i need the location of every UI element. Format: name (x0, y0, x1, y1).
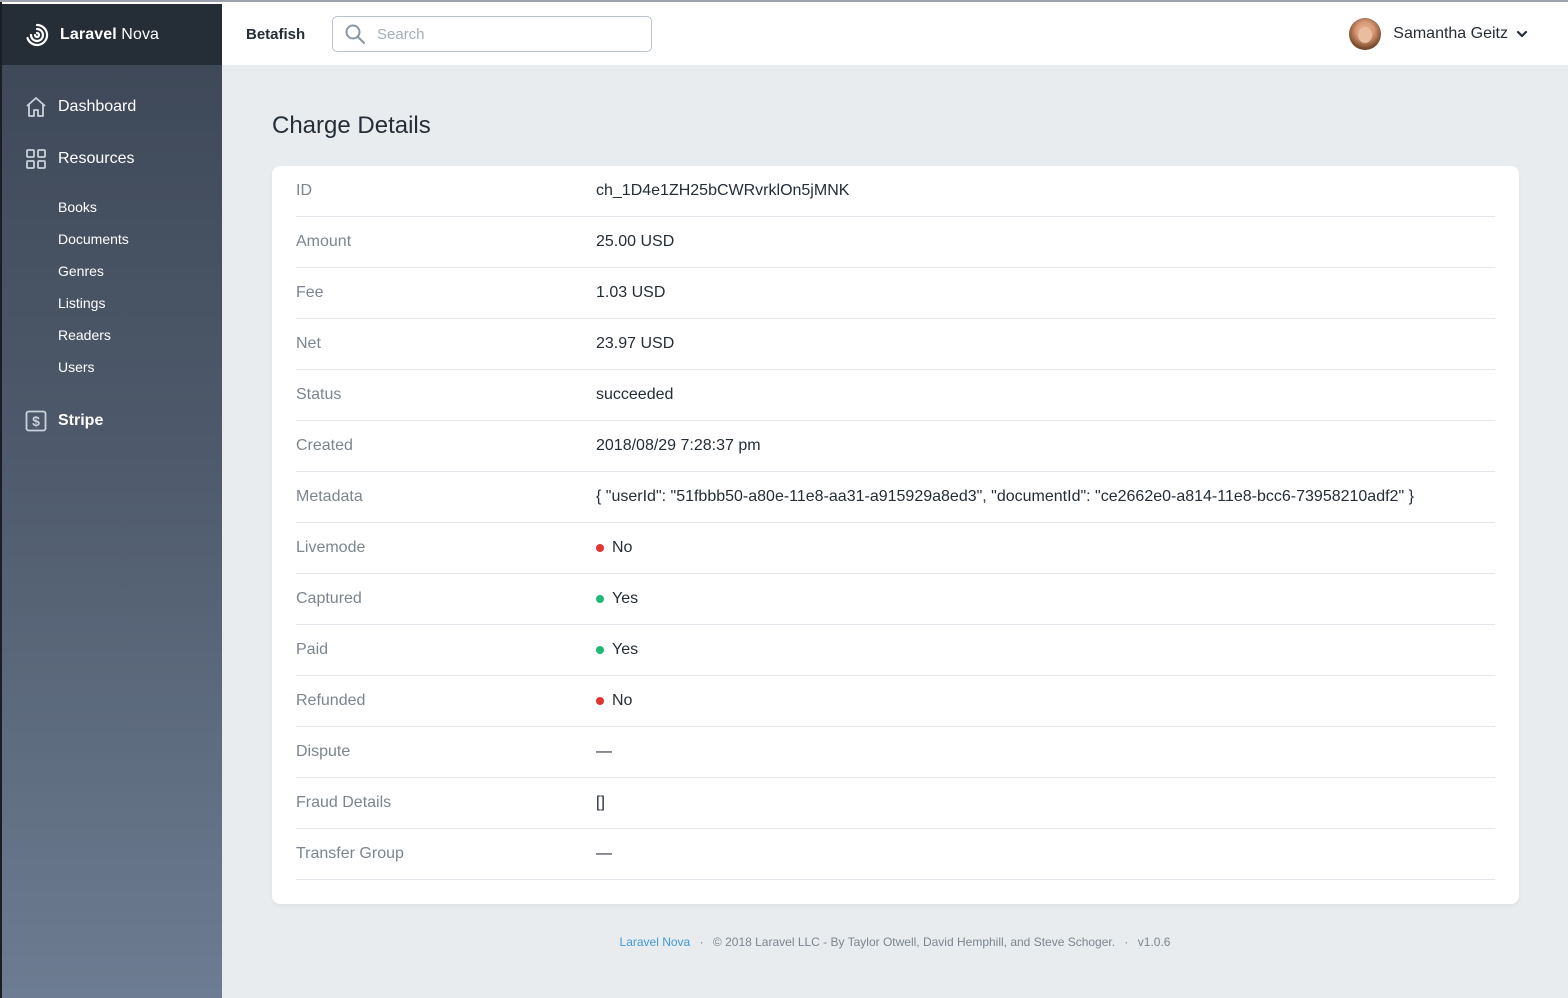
detail-value: 23.97 USD (596, 335, 675, 352)
status-dot (596, 595, 604, 603)
svg-text:$: $ (32, 413, 40, 429)
detail-row-created: Created 2018/08/29 7:28:37 pm (296, 421, 1495, 472)
detail-value: No (596, 539, 632, 557)
detail-row-captured: Captured Yes (296, 574, 1495, 625)
detail-row-transfer-group: Transfer Group — (296, 829, 1495, 880)
detail-value: — (596, 743, 612, 760)
chevron-down-icon (1516, 28, 1528, 40)
boolean-text: Yes (612, 590, 639, 607)
detail-row-fee: Fee 1.03 USD (296, 268, 1495, 319)
boolean-text: No (612, 692, 633, 709)
detail-value: 2018/08/29 7:28:37 pm (596, 437, 761, 454)
search-input[interactable] (375, 24, 635, 44)
footer-link-nova[interactable]: Laravel Nova (620, 935, 691, 949)
sidebar-item-listings[interactable]: Listings (2, 287, 222, 319)
detail-value: { "userId": "51fbbb50-a80e-11e8-aa31-a91… (596, 488, 1414, 505)
detail-row-paid: Paid Yes (296, 625, 1495, 676)
sidebar-item-stripe[interactable]: $ Stripe (2, 395, 222, 447)
detail-row-id: ID ch_1D4e1ZH25bCWRvrklOn5jMNK (296, 166, 1495, 217)
detail-label: Dispute (296, 743, 351, 760)
detail-row-metadata: Metadata { "userId": "51fbbb50-a80e-11e8… (296, 472, 1495, 523)
sidebar-item-dashboard[interactable]: Dashboard (2, 81, 222, 133)
detail-label: Fraud Details (296, 794, 392, 811)
page-title: Charge Details (272, 112, 431, 139)
detail-value: [] (596, 794, 605, 811)
detail-row-status: Status succeeded (296, 370, 1495, 421)
search-icon (345, 24, 365, 44)
detail-value: — (596, 845, 612, 862)
main-content: Charge Details ID ch_1D4e1ZH25bCWRvrklOn… (222, 65, 1568, 998)
detail-value: ch_1D4e1ZH25bCWRvrklOn5jMNK (596, 182, 850, 199)
detail-value: Yes (596, 641, 638, 659)
detail-label: Refunded (296, 692, 366, 709)
detail-label: Amount (296, 233, 352, 250)
detail-label: Transfer Group (296, 845, 404, 862)
detail-row-fraud-details: Fraud Details [] (296, 778, 1495, 829)
grid-icon (24, 147, 48, 171)
footer-version: v1.0.6 (1137, 935, 1171, 949)
boolean-text: Yes (612, 641, 639, 658)
sidebar-item-resources[interactable]: Resources (2, 133, 222, 185)
app-name[interactable]: Betafish (246, 26, 305, 43)
footer-separator: · (1124, 935, 1129, 949)
status-dot (596, 697, 604, 705)
detail-label: Created (296, 437, 353, 454)
detail-label: Metadata (296, 488, 363, 505)
detail-row-refunded: Refunded No (296, 676, 1495, 727)
sidebar-item-genres[interactable]: Genres (2, 255, 222, 287)
detail-row-livemode: Livemode No (296, 523, 1495, 574)
brand[interactable]: Laravel Nova (2, 4, 222, 65)
detail-label: Status (296, 386, 342, 403)
user-name: Samantha Geitz (1393, 25, 1508, 42)
resources-list: Books Documents Genres Listings Readers … (2, 185, 222, 387)
footer-copyright: © 2018 Laravel LLC - By Taylor Otwell, D… (712, 935, 1116, 949)
detail-label: Fee (296, 284, 324, 301)
sidebar-item-readers[interactable]: Readers (2, 319, 222, 351)
sidebar: Laravel Nova Dashboard Resources Books D… (2, 4, 222, 998)
dollar-icon: $ (24, 409, 48, 433)
detail-label: ID (296, 182, 312, 199)
app-window: Laravel Nova Dashboard Resources Books D… (0, 0, 1568, 998)
search-box[interactable] (332, 16, 652, 52)
nova-logo-icon (24, 22, 50, 48)
detail-label: Captured (296, 590, 362, 607)
details-card: ID ch_1D4e1ZH25bCWRvrklOn5jMNK Amount 25… (272, 166, 1519, 904)
footer: Laravel Nova · © 2018 Laravel LLC - By T… (222, 935, 1568, 949)
detail-label: Net (296, 335, 321, 352)
sidebar-item-documents[interactable]: Documents (2, 223, 222, 255)
top-header: Betafish Samantha Geitz (222, 4, 1568, 65)
detail-row-dispute: Dispute — (296, 727, 1495, 778)
sidebar-item-users[interactable]: Users (2, 351, 222, 383)
detail-row-amount: Amount 25.00 USD (296, 217, 1495, 268)
detail-row-net: Net 23.97 USD (296, 319, 1495, 370)
detail-value: 1.03 USD (596, 284, 666, 301)
avatar (1349, 18, 1382, 50)
home-icon (24, 95, 48, 119)
footer-separator: · (699, 935, 704, 949)
detail-label: Paid (296, 641, 329, 658)
sidebar-item-books[interactable]: Books (2, 191, 222, 223)
status-dot (596, 646, 604, 654)
status-dot (596, 544, 604, 552)
detail-value: No (596, 692, 632, 710)
detail-value: 25.00 USD (596, 233, 675, 250)
detail-value: Yes (596, 590, 638, 608)
detail-label: Livemode (296, 539, 366, 556)
user-menu[interactable]: Samantha Geitz (1349, 18, 1528, 50)
boolean-text: No (612, 539, 633, 556)
sidebar-item-label: Resources (58, 150, 135, 167)
sidebar-item-label: Dashboard (58, 98, 137, 115)
brand-name: Laravel Nova (60, 25, 160, 43)
sidebar-item-label: Stripe (58, 412, 104, 429)
detail-value: succeeded (596, 386, 674, 403)
